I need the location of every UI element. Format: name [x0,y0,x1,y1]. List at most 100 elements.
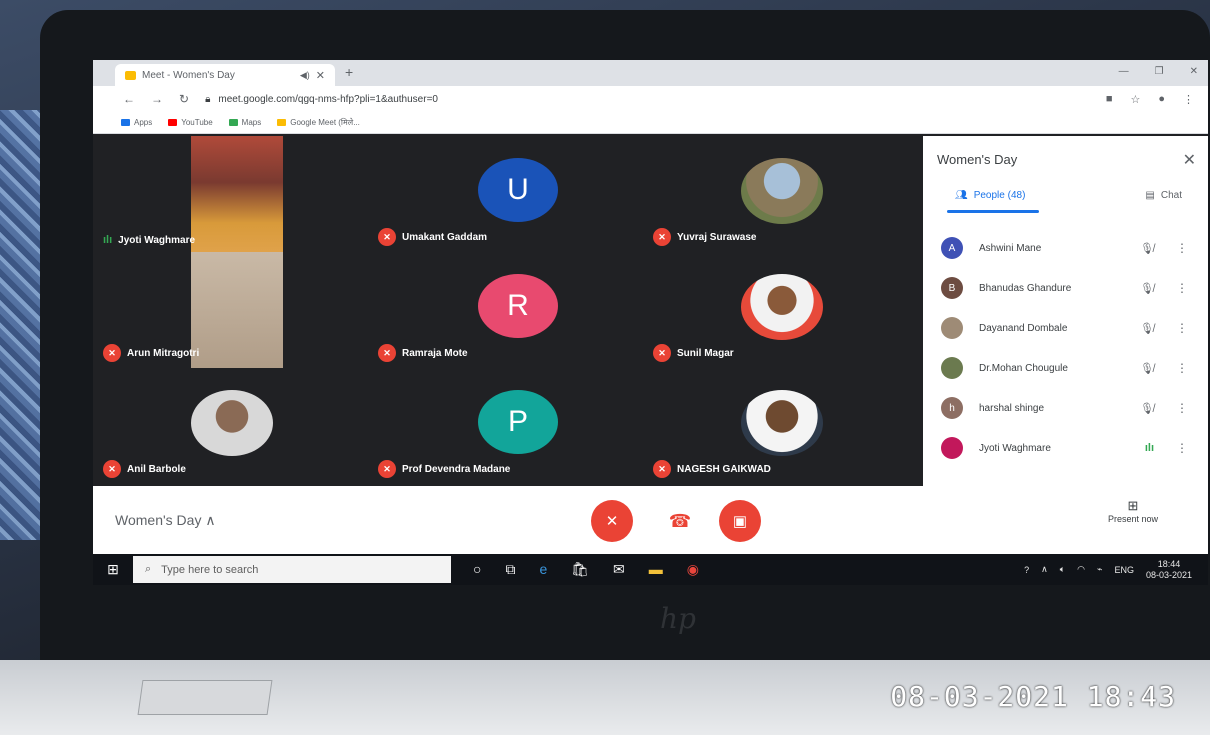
participant-tile[interactable]: ılı Jyoti Waghmare [93,136,368,252]
more-options-icon[interactable]: ⋮ [1176,321,1188,335]
help-icon[interactable]: ? [1024,565,1029,575]
minimize-icon[interactable]: — [1119,66,1129,77]
more-options-icon[interactable]: ⋮ [1176,281,1188,295]
bookmark-google-meet[interactable]: Google Meet (मिले... [277,117,360,128]
lock-icon: 🔒︎ [205,93,211,105]
participant-name: Bhanudas Ghandure [979,282,1072,294]
people-icon: 👥︎ [955,190,968,201]
address-bar-row: ← → ↻ 🔒︎ meet.google.com/qgq-nms-hfp?pli… [93,86,1208,112]
laptop-hinge [137,680,273,715]
camera-in-use-icon[interactable]: ■ [1106,93,1113,106]
tab-title: Meet - Women's Day [142,69,235,81]
mic-off-icon: ✕ [103,344,121,362]
more-options-icon[interactable]: ⋮ [1176,361,1188,375]
browser-tab[interactable]: Meet - Women's Day ◀) ✕ [115,64,335,86]
list-item[interactable]: B Bhanudas Ghandure 🎙︎̸ ⋮ [923,268,1208,308]
browser-tab-bar: Meet - Women's Day ◀) ✕ + — ❐ ✕ [93,60,1208,86]
participant-tile[interactable]: ✕ Yuvraj Surawase [643,136,918,252]
cortana-icon[interactable]: ○ [473,561,481,578]
participant-list: A Ashwini Mane 🎙︎̸ ⋮ B Bhanudas Ghandure… [923,228,1208,468]
toggle-mic-button[interactable]: ✕ [591,500,633,542]
list-item[interactable]: Jyoti Waghmare ılı ⋮ [923,428,1208,468]
avatar [941,357,963,379]
participant-tile[interactable]: ✕ Anil Barbole [93,368,368,484]
participant-avatar: U [478,158,558,222]
mic-off-icon: ✕ [653,460,671,478]
mic-off-icon: 🎙︎̸ [1140,322,1154,335]
avatar: B [941,277,963,299]
close-tab-icon[interactable]: ✕ [316,69,325,82]
participant-tile[interactable]: ✕ Sunil Magar [643,252,918,368]
bookmark-star-icon[interactable]: ☆ [1130,93,1140,106]
list-item[interactable]: Dayanand Dombale 🎙︎̸ ⋮ [923,308,1208,348]
store-icon[interactable]: 🛍︎ [571,561,589,578]
bookmark-apps[interactable]: Apps [121,118,152,127]
participant-photo [741,158,823,224]
new-tab-icon[interactable]: + [345,64,353,80]
participant-tile[interactable]: ✕ NAGESH GAIKWAD [643,368,918,484]
taskbar-search[interactable]: ⌕ Type here to search [133,556,451,583]
close-window-icon[interactable]: ✕ [1190,66,1198,77]
tab-people[interactable]: 👥︎ People (48) [955,190,1025,201]
meet-icon [277,119,287,126]
audio-playing-icon[interactable]: ◀) [300,70,310,81]
more-options-icon[interactable]: ⋮ [1176,401,1188,415]
tab-chat[interactable]: ▤ Chat [1145,190,1182,201]
url-text: meet.google.com/qgq-nms-hfp?pli=1&authus… [218,93,438,105]
participant-tile[interactable]: ✕ Arun Mitragotri [93,252,368,368]
omnibox[interactable]: 🔒︎ meet.google.com/qgq-nms-hfp?pli=1&aut… [205,94,438,105]
forward-icon[interactable]: → [151,92,163,106]
participant-avatar: P [478,390,558,454]
network-icon[interactable]: ⌁ [1097,564,1102,575]
participant-tile[interactable]: U ✕ Umakant Gaddam [368,136,643,252]
profile-avatar[interactable]: ● [1158,93,1165,106]
system-tray: ? ∧ 🔈︎ ◠ ⌁ ENG 18:44 08-03-2021 [1024,559,1192,581]
participant-name: Umakant Gaddam [402,231,488,243]
list-item[interactable]: A Ashwini Mane 🎙︎̸ ⋮ [923,228,1208,268]
participant-photo [741,390,823,456]
language-indicator[interactable]: ENG [1114,565,1134,575]
more-options-icon[interactable]: ⋮ [1176,441,1188,455]
participant-name: Yuvraj Surawase [677,231,757,243]
toolbar-actions: ■ ☆ ● ⋮ [1106,93,1194,106]
mic-off-icon: 🎙︎̸ [1140,362,1154,375]
meet-video-grid: ılı Jyoti Waghmare U ✕ Umakant Gaddam ✕ Yuv… [93,136,918,486]
participant-tile[interactable]: P ✕ Prof Devendra Madane [368,368,643,484]
participant-tile[interactable]: R ✕ Ramraja Mote [368,252,643,368]
more-options-icon[interactable]: ⋮ [1176,241,1188,255]
camera-off-icon: ▣ [732,513,748,530]
start-button[interactable]: ⊞ [93,561,133,578]
meeting-details-button[interactable]: Women's Day ∧ [115,512,216,529]
list-item[interactable]: Dr.Mohan Chougule 🎙︎̸ ⋮ [923,348,1208,388]
volume-icon[interactable]: 🔈︎ [1060,564,1065,575]
restore-icon[interactable]: ❐ [1155,66,1164,77]
apps-grid-icon [121,119,130,126]
bookmark-youtube[interactable]: YouTube [168,118,213,127]
show-hidden-icons-icon[interactable]: ∧ [1041,564,1048,575]
toggle-camera-button[interactable]: ▣ [719,500,761,542]
participant-name: Jyoti Waghmare [118,234,196,246]
menu-kebab-icon[interactable]: ⋮ [1183,93,1194,106]
mic-off-icon: ✕ [653,228,671,246]
taskbar-clock[interactable]: 18:44 08-03-2021 [1146,559,1192,581]
back-icon[interactable]: ← [123,92,135,106]
participant-name: Anil Barbole [127,463,186,475]
participant-name: Ramraja Mote [402,347,468,359]
wifi-icon[interactable]: ◠ [1077,564,1085,575]
mic-off-icon: ✕ [103,460,121,478]
close-panel-icon[interactable]: ✕ [1183,150,1196,170]
reload-icon[interactable]: ↻ [179,92,189,106]
bookmark-maps[interactable]: Maps [228,118,261,127]
participant-name: Ashwini Mane [979,242,1042,254]
panel-title: Women's Day [937,152,1018,167]
list-item[interactable]: h harshal shinge 🎙︎̸ ⋮ [923,388,1208,428]
chrome-icon[interactable]: ◉ [687,561,699,578]
present-now-button[interactable]: ⊞ Present now [1108,498,1158,524]
mail-icon[interactable]: ✉ [613,561,625,578]
hp-logo: hp [660,602,696,635]
leave-call-button[interactable]: ☎︎ [659,500,701,542]
edge-icon[interactable]: e [539,561,547,578]
avatar [941,437,963,459]
task-view-icon[interactable]: ⧉ [505,561,515,578]
file-explorer-icon[interactable]: ▬ [649,561,663,578]
